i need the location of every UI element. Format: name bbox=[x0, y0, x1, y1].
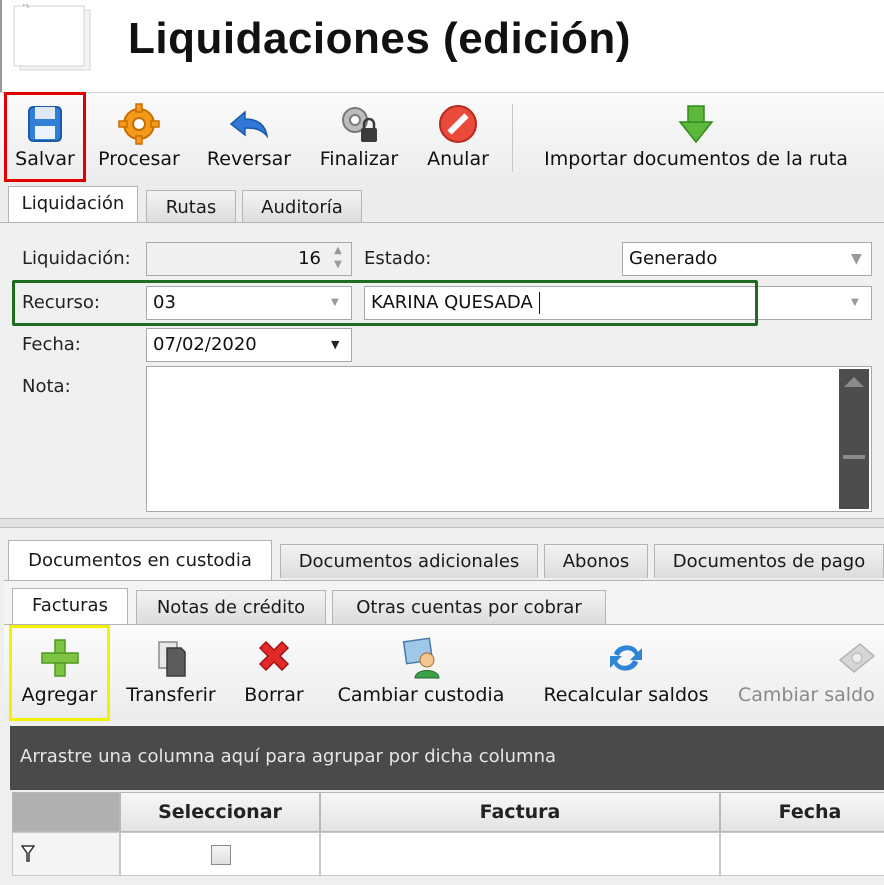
spin-arrows-icon[interactable]: ▲ ▼ bbox=[330, 244, 346, 274]
fecha-label: Fecha: bbox=[22, 334, 81, 355]
transfer-label: Transferir bbox=[126, 684, 216, 706]
fecha-date-picker[interactable]: 07/02/2020 ▼ bbox=[146, 328, 352, 362]
import-label: Importar documentos de la ruta bbox=[544, 148, 848, 170]
column-header-seleccionar[interactable]: Seleccionar bbox=[120, 792, 320, 832]
tab-documentos-custodia[interactable]: Documentos en custodia bbox=[8, 540, 272, 580]
scroll-down-icon[interactable] bbox=[843, 455, 865, 459]
undo-arrow-icon bbox=[229, 110, 269, 139]
delete-label: Borrar bbox=[244, 684, 304, 706]
transfer-button[interactable]: Transferir bbox=[116, 626, 226, 720]
liquidacion-label: Liquidación: bbox=[22, 248, 131, 269]
nota-label: Nota: bbox=[22, 376, 71, 397]
process-button[interactable]: Procesar bbox=[90, 92, 188, 184]
resource-highlight-box bbox=[12, 280, 758, 326]
window-edge bbox=[0, 0, 2, 92]
finalize-button[interactable]: Finalizar bbox=[310, 92, 408, 184]
document-icon bbox=[13, 4, 91, 71]
change-balance-button[interactable]: Cambiar saldo bbox=[734, 626, 884, 720]
toolbar-separator bbox=[512, 104, 513, 172]
tab-documentos-adicionales[interactable]: Documentos adicionales bbox=[280, 544, 538, 578]
tab-auditoria[interactable]: Auditoría bbox=[242, 190, 362, 224]
finalize-label: Finalizar bbox=[319, 148, 399, 170]
recalculate-label: Recalcular saldos bbox=[543, 684, 709, 706]
filter-row-indicator bbox=[12, 832, 120, 876]
filter-icon[interactable] bbox=[21, 845, 35, 863]
chevron-down-icon: ▼ bbox=[851, 251, 862, 267]
tab-facturas[interactable]: Facturas bbox=[12, 588, 128, 626]
group-by-panel[interactable]: Arrastre una columna aquí para agrupar p… bbox=[10, 726, 884, 790]
add-highlight-box bbox=[9, 625, 110, 721]
title-bar: Liquidaciones (edición) bbox=[0, 0, 884, 92]
column-header-fecha[interactable]: Fecha bbox=[720, 792, 884, 832]
red-x-icon bbox=[258, 640, 290, 672]
cancel-label: Anular bbox=[427, 148, 489, 170]
column-header-factura[interactable]: Factura bbox=[320, 792, 720, 832]
filter-cell-factura[interactable] bbox=[320, 832, 720, 876]
download-arrow-icon bbox=[678, 105, 714, 144]
tab-otras-cuentas[interactable]: Otras cuentas por cobrar bbox=[332, 590, 606, 624]
money-icon bbox=[838, 643, 876, 673]
filter-cell-fecha[interactable] bbox=[720, 832, 884, 876]
panel-splitter[interactable] bbox=[0, 518, 884, 528]
estado-value: Generado bbox=[629, 248, 718, 269]
reverse-button[interactable]: Reversar bbox=[200, 92, 298, 184]
nota-textarea[interactable] bbox=[146, 366, 872, 512]
tab-abonos[interactable]: Abonos bbox=[544, 544, 648, 578]
tab-liquidacion[interactable]: Liquidación bbox=[8, 186, 138, 224]
estado-select[interactable]: Generado ▼ bbox=[622, 242, 872, 276]
gear-lock-icon bbox=[342, 107, 377, 142]
select-filter-checkbox[interactable] bbox=[211, 845, 231, 865]
import-route-documents-button[interactable]: Importar documentos de la ruta bbox=[524, 92, 868, 184]
copy-documents-icon bbox=[158, 641, 186, 677]
tab-rutas[interactable]: Rutas bbox=[146, 190, 236, 224]
chevron-down-icon: ▼ bbox=[331, 338, 340, 351]
gear-icon bbox=[118, 103, 160, 145]
change-balance-label: Cambiar saldo bbox=[738, 684, 875, 706]
save-highlight-box bbox=[4, 92, 86, 182]
tab-documentos-pago[interactable]: Documentos de pago bbox=[654, 544, 884, 578]
liquidacion-number-field[interactable]: 16 bbox=[146, 242, 352, 276]
nota-scrollbar[interactable] bbox=[839, 369, 869, 509]
user-document-icon bbox=[402, 637, 440, 679]
fecha-value: 07/02/2020 bbox=[153, 334, 257, 355]
scroll-up-icon[interactable] bbox=[844, 377, 864, 387]
refresh-arrows-icon bbox=[610, 645, 642, 671]
estado-label: Estado: bbox=[364, 248, 432, 269]
grid-corner-cell bbox=[12, 792, 120, 832]
process-label: Procesar bbox=[98, 148, 180, 170]
tab-notas-credito[interactable]: Notas de crédito bbox=[136, 590, 326, 624]
reverse-label: Reversar bbox=[206, 148, 292, 170]
change-custody-button[interactable]: Cambiar custodia bbox=[322, 626, 520, 720]
prohibited-icon bbox=[439, 105, 477, 143]
filter-cell-seleccionar[interactable] bbox=[120, 832, 320, 876]
cancel-button[interactable]: Anular bbox=[418, 92, 498, 184]
delete-button[interactable]: Borrar bbox=[234, 626, 314, 720]
chevron-down-icon: ▼ bbox=[851, 297, 859, 308]
change-custody-label: Cambiar custodia bbox=[337, 684, 505, 706]
page-title: Liquidaciones (edición) bbox=[128, 14, 631, 63]
recalculate-balances-button[interactable]: Recalcular saldos bbox=[528, 626, 724, 720]
